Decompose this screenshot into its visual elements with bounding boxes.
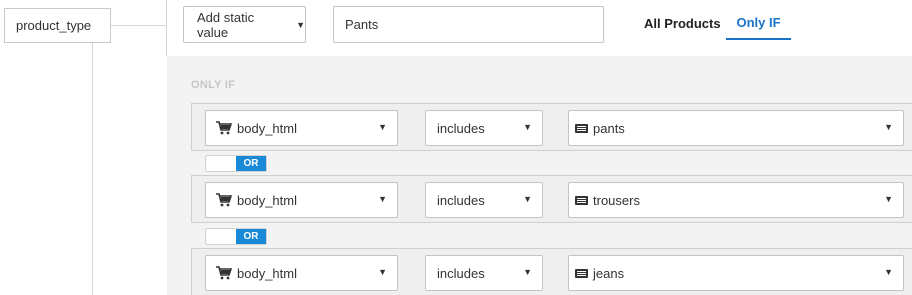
static-value-input[interactable] (333, 6, 604, 43)
caret-down-icon: ▼ (523, 194, 532, 204)
condition-value-select[interactable]: jeans ▼ (568, 255, 904, 291)
condition-row: body_html ▼ includes ▼ pants ▼ (191, 103, 912, 151)
caret-down-icon: ▼ (523, 122, 532, 132)
shopping-cart-icon (216, 193, 233, 207)
keyboard-icon (575, 195, 588, 205)
keyboard-icon (575, 123, 588, 133)
caret-down-icon: ▼ (378, 194, 387, 204)
connector-line (111, 25, 167, 26)
shopping-cart-icon (216, 266, 233, 280)
tab-all-products[interactable]: All Products (644, 6, 721, 40)
condition-operator-select[interactable]: includes ▼ (425, 255, 543, 291)
panel-heading: ONLY IF (191, 79, 236, 91)
condition-field-label: body_html (237, 192, 297, 208)
or-toggle[interactable]: OR (205, 155, 267, 172)
condition-row: body_html ▼ includes ▼ trousers ▼ (191, 175, 912, 223)
caret-down-icon: ▼ (378, 267, 387, 277)
condition-operator-label: includes (437, 192, 485, 208)
or-label: OR (236, 156, 266, 171)
caret-down-icon: ▼ (523, 267, 532, 277)
condition-operator-label: includes (437, 265, 485, 281)
caret-down-icon: ▼ (884, 267, 893, 277)
condition-value-label: pants (593, 120, 625, 136)
caret-down-icon: ▼ (884, 194, 893, 204)
condition-field-select[interactable]: body_html ▼ (205, 182, 398, 218)
keyboard-icon (575, 268, 588, 278)
tab-only-if[interactable]: Only IF (726, 6, 791, 40)
mode-select-label: Add static value (197, 9, 255, 40)
or-toggle[interactable]: OR (205, 228, 267, 245)
caret-down-icon: ▼ (378, 122, 387, 132)
caret-down-icon: ▼ (884, 122, 893, 132)
condition-value-label: trousers (593, 192, 640, 208)
condition-field-label: body_html (237, 120, 297, 136)
connector-line (166, 0, 167, 56)
condition-operator-select[interactable]: includes ▼ (425, 110, 543, 146)
field-name-box[interactable]: product_type (4, 8, 111, 43)
tab-label: All Products (644, 15, 721, 31)
condition-operator-label: includes (437, 120, 485, 136)
condition-value-select[interactable]: pants ▼ (568, 110, 904, 146)
or-label: OR (236, 229, 266, 244)
condition-field-select[interactable]: body_html ▼ (205, 255, 398, 291)
condition-value-label: jeans (593, 265, 625, 281)
condition-field-select[interactable]: body_html ▼ (205, 110, 398, 146)
field-name-label: product_type (16, 18, 92, 33)
tab-label: Only IF (736, 14, 781, 30)
condition-value-select[interactable]: trousers ▼ (568, 182, 904, 218)
mode-select[interactable]: Add static value ▼ (183, 6, 306, 43)
condition-field-label: body_html (237, 265, 297, 281)
condition-row: body_html ▼ includes ▼ jeans ▼ (191, 248, 912, 295)
condition-operator-select[interactable]: includes ▼ (425, 182, 543, 218)
caret-down-icon: ▼ (296, 19, 305, 30)
shopping-cart-icon (216, 121, 233, 135)
connector-line (92, 43, 93, 295)
